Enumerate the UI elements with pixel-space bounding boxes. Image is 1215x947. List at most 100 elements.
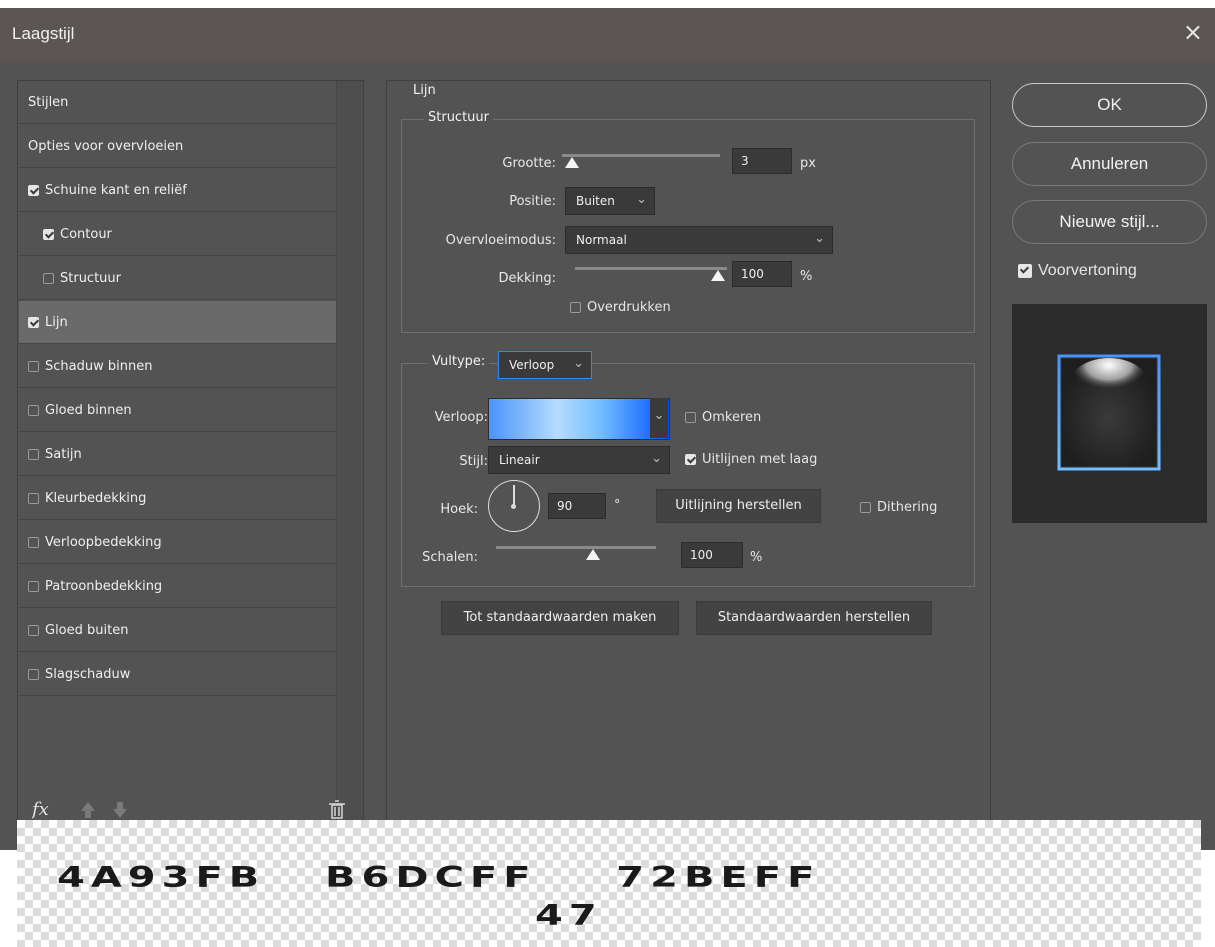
hoek-input[interactable]: 90 [548,493,606,519]
overdrukken-checkbox[interactable]: Overdrukken [570,300,671,315]
stijl-select[interactable]: Lineair ⌄ [488,446,670,474]
fx-icon[interactable]: fx [30,799,49,820]
grootte-input[interactable]: 3 [732,148,792,174]
effect-item-structuur[interactable]: Structuur [19,257,359,300]
effect-item-label: Satijn [45,446,82,462]
angle-dial[interactable] [488,480,540,532]
omkeren-box[interactable] [685,412,696,423]
effect-item-gloed-buiten[interactable]: Gloed buiten [19,609,344,652]
effect-checkbox[interactable] [28,448,39,460]
move-down-icon[interactable] [113,802,127,818]
hex-code-2: B6DCFF [325,862,537,895]
effect-checkbox[interactable] [28,668,39,680]
effect-item-kleurbedekking[interactable]: Kleurbedekking+ [19,477,353,520]
overvloeimodus-select[interactable]: Normaal ⌄ [565,226,833,254]
omkeren-label: Omkeren [702,410,762,425]
annuleren-button[interactable]: Annuleren [1012,142,1207,186]
effect-checkbox[interactable] [28,580,39,592]
nieuwe-stijl-button[interactable]: Nieuwe stijl... [1012,200,1207,244]
effect-item-contour[interactable]: Contour [19,213,359,256]
make-default-button[interactable]: Tot standaardwaarden maken [441,601,679,635]
grootte-slider-thumb[interactable] [565,157,580,168]
grootte-label: Grootte: [502,156,556,171]
effect-item-label: Gloed binnen [45,402,132,418]
effect-checkbox[interactable] [28,492,39,504]
structuur-group: Structuur Grootte: 3 px Positie: Buiten … [401,110,975,333]
schalen-slider-thumb[interactable] [586,549,600,560]
effect-item-label: Opties voor overvloeien [28,138,184,154]
hex-code-4: 47 [535,900,603,933]
uitlijning-herstellen-button[interactable]: Uitlijning herstellen [656,489,821,523]
gradient-dropdown[interactable]: ⌄ [650,398,668,438]
positie-select[interactable]: Buiten ⌄ [565,187,655,215]
effect-item-lijn[interactable]: Lijn+ [19,301,353,344]
overvloeimodus-value: Normaal [576,233,627,247]
effect-checkbox[interactable] [28,360,39,372]
settings-panel: Lijn Structuur Grootte: 3 px Positie: Bu… [386,80,991,852]
transparency-overlay: 4A93FB B6DCFF 72BEFF 47 [17,820,1201,947]
chevron-down-icon: ⌄ [573,356,584,371]
overdrukken-box[interactable] [570,302,581,313]
dekking-slider-thumb[interactable] [711,270,725,281]
effect-item-gloed-binnen[interactable]: Gloed binnen [19,389,344,432]
move-up-icon[interactable] [81,802,95,818]
effect-checkbox[interactable] [28,624,39,636]
voorvertoning-checkbox[interactable]: Voorvertoning [1018,262,1137,280]
effect-checkbox[interactable] [28,316,39,328]
dithering-label: Dithering [877,500,938,515]
effect-checkbox[interactable] [28,404,39,416]
effect-item-label: Schaduw binnen [45,358,153,374]
layer-style-dialog: Laagstijl × Stijlen Opties voor overvloei… [0,8,1215,852]
close-icon[interactable]: × [1183,18,1203,46]
effect-item-opties-voor-overvloeien[interactable]: Opties voor overvloeien [19,125,344,168]
uitlijnen-label: Uitlijnen met laag [702,452,818,467]
effect-item-label: Lijn [45,314,68,330]
effect-item-label: Contour [60,226,112,242]
schalen-input[interactable]: 100 [681,542,743,568]
ok-button[interactable]: OK [1012,83,1207,127]
effect-item-label: Verloopbedekking [45,534,162,550]
effect-item-slagschaduw[interactable]: Slagschaduw+ [19,653,353,696]
effect-checkbox[interactable] [43,228,54,240]
schalen-slider[interactable] [496,546,656,566]
gradient-swatch[interactable] [488,398,670,440]
voorvertoning-box[interactable] [1018,264,1032,278]
effect-item-verloopbedekking[interactable]: Verloopbedekking+ [19,521,353,564]
scrollbar[interactable] [336,81,363,851]
chevron-down-icon: ⌄ [636,192,647,207]
effect-item-satijn[interactable]: Satijn [19,433,344,476]
stijl-label: Stijl: [459,454,488,469]
dekking-unit: % [800,269,813,284]
voorvertoning-label: Voorvertoning [1038,262,1137,279]
schalen-label: Schalen: [422,550,478,565]
effect-checkbox[interactable] [43,272,54,284]
positie-label: Positie: [509,194,556,209]
grootte-slider[interactable] [562,154,720,174]
effect-checkbox[interactable] [28,184,39,196]
vultype-select[interactable]: Verloop ⌄ [498,351,592,379]
dithering-box[interactable] [860,502,871,513]
effect-item-label: Gloed buiten [45,622,129,638]
uitlijnen-checkbox[interactable]: Uitlijnen met laag [685,452,817,467]
dekking-input[interactable]: 100 [732,261,792,287]
effect-item-stijlen[interactable]: Stijlen [19,81,344,124]
uitlijnen-box[interactable] [685,454,696,465]
overvloeimodus-label: Overvloeimodus: [445,233,556,248]
grootte-unit: px [800,156,816,171]
positie-value: Buiten [576,194,615,208]
schalen-unit: % [750,550,763,565]
effect-item-label: Stijlen [28,94,69,110]
effect-item-schuine-kant-en-reli-f[interactable]: Schuine kant en reliëf [19,169,344,212]
hex-code-1: 4A93FB [57,862,266,895]
omkeren-checkbox[interactable]: Omkeren [685,410,761,425]
effect-item-patroonbedekking[interactable]: Patroonbedekking [19,565,344,608]
effect-item-schaduw-binnen[interactable]: Schaduw binnen+ [19,345,353,388]
trash-icon[interactable] [329,800,345,819]
effect-item-label: Schuine kant en reliëf [45,182,187,198]
effect-checkbox[interactable] [28,536,39,548]
hex-code-3: 72BEFF [616,862,821,895]
hoek-unit: ° [614,498,621,513]
reset-default-button[interactable]: Standaardwaarden herstellen [696,601,932,635]
dithering-checkbox[interactable]: Dithering [860,500,937,515]
dekking-slider[interactable] [575,267,727,287]
